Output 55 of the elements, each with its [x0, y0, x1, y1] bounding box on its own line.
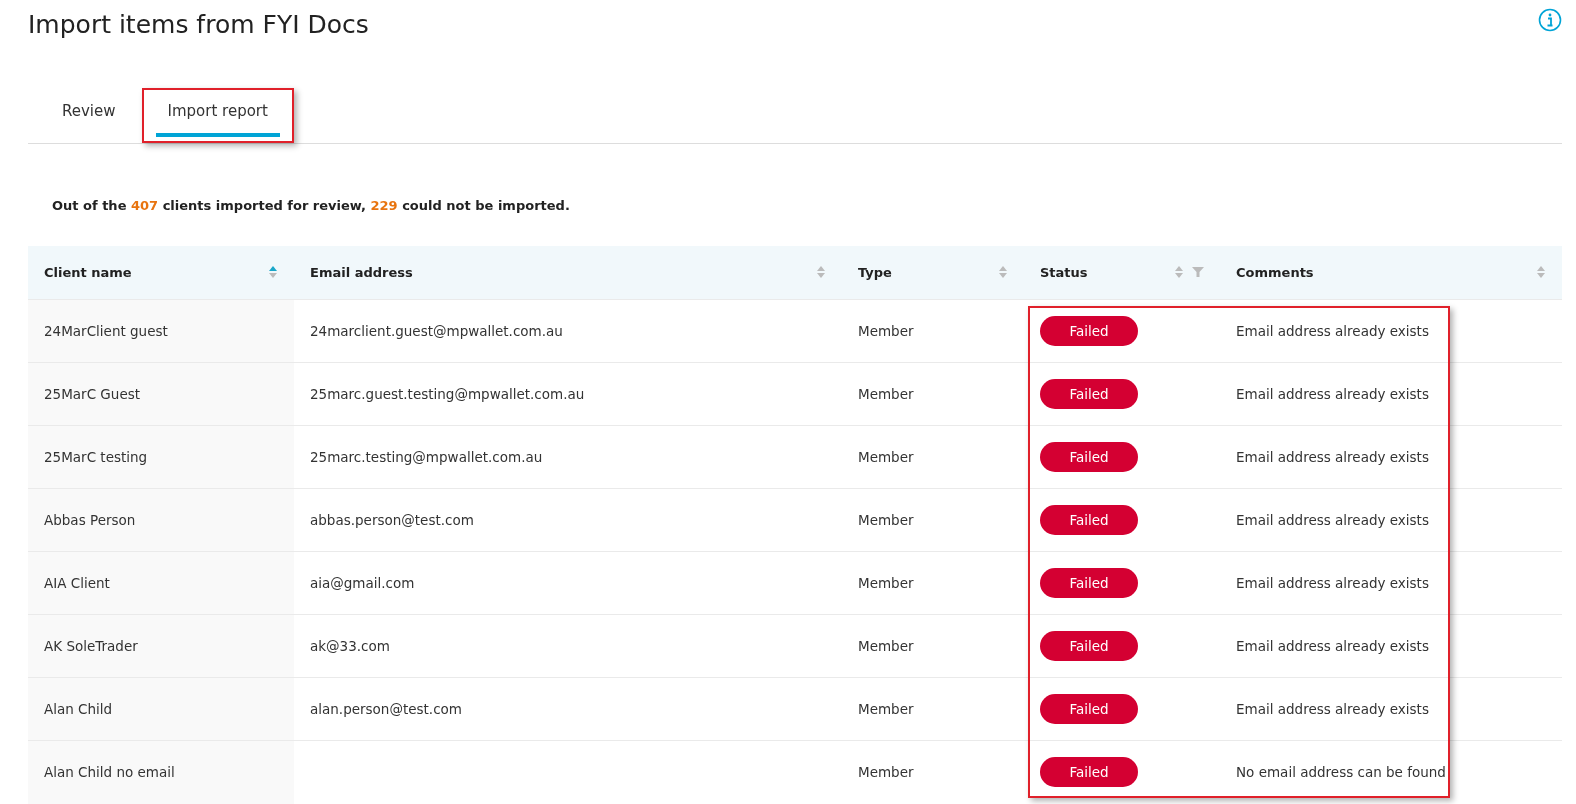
failed-status-pill: Failed: [1040, 316, 1138, 346]
client-type: Member: [858, 385, 914, 402]
failed-status-pill: Failed: [1040, 379, 1138, 409]
comment-text: Email address already exists: [1236, 385, 1429, 402]
comment-text: Email address already exists: [1236, 574, 1429, 591]
client-name: 24MarClient guest: [44, 322, 168, 339]
comment-text: Email address already exists: [1236, 322, 1429, 339]
email-address: 24marclient.guest@mpwallet.com.au: [310, 322, 563, 339]
email-address: aia@gmail.com: [310, 574, 415, 591]
comment-text: Email address already exists: [1236, 637, 1429, 654]
client-type: Member: [858, 448, 914, 465]
client-name: 25MarC Guest: [44, 385, 141, 402]
email-address: ak@33.com: [310, 637, 390, 654]
sort-icon[interactable]: [998, 265, 1008, 280]
comment-text: Email address already exists: [1236, 511, 1429, 528]
column-header: Type: [858, 263, 892, 282]
client-type: Member: [858, 764, 914, 781]
info-icon[interactable]: [1538, 8, 1562, 32]
client-type: Member: [858, 574, 914, 591]
import-summary: Out of the 407 clients imported for review, 229 could not be imported.: [52, 197, 571, 215]
failed-status-pill: Failed: [1040, 568, 1138, 598]
sort-icon[interactable]: [1536, 265, 1546, 280]
client-name: Alan Child no email: [44, 764, 175, 781]
client-name: AK SoleTrader: [44, 637, 138, 654]
sort-icon[interactable]: [1174, 265, 1184, 280]
sort-icon[interactable]: [268, 265, 278, 280]
failed-status-pill: Failed: [1040, 757, 1138, 788]
client-type: Member: [858, 511, 914, 528]
email-address: abbas.person@test.com: [310, 511, 474, 528]
column-header: Client name: [44, 263, 132, 282]
comment-text: No email address can be found: [1236, 764, 1446, 781]
client-type: Member: [858, 637, 914, 654]
tab[interactable]: Review: [50, 90, 128, 137]
client-type: Member: [858, 700, 914, 717]
page-title: Import items from FYI Docs: [28, 10, 369, 41]
column-header: Comments: [1236, 263, 1314, 282]
column-header: Email address: [310, 263, 413, 282]
client-name: Alan Child: [44, 700, 113, 717]
comment-text: Email address already exists: [1236, 700, 1429, 717]
filter-icon[interactable]: [1192, 266, 1204, 279]
failed-status-pill: Failed: [1040, 505, 1138, 535]
client-type: Member: [858, 322, 914, 339]
column-header: Status: [1040, 263, 1088, 282]
client-name: 25MarC testing: [44, 448, 148, 465]
email-address: 25marc.testing@mpwallet.com.au: [310, 448, 543, 465]
failed-status-pill: Failed: [1040, 631, 1138, 661]
email-address: alan.person@test.com: [310, 700, 462, 717]
tab[interactable]: Import report: [155, 90, 280, 137]
client-name: Abbas Person: [44, 511, 136, 528]
sort-icon[interactable]: [816, 265, 826, 280]
email-address: 25marc.guest.testing@mpwallet.com.au: [310, 385, 585, 402]
failed-status-pill: Failed: [1040, 442, 1138, 472]
comment-text: Email address already exists: [1236, 448, 1429, 465]
client-name: AIA Client: [44, 574, 110, 591]
failed-status-pill: Failed: [1040, 694, 1138, 724]
